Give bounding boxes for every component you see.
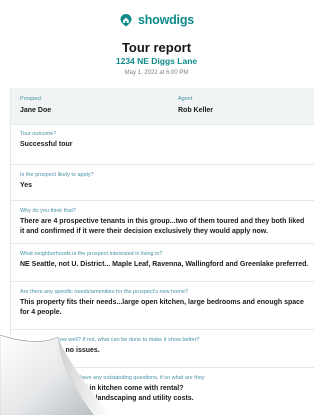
agent-name: Rob Keller <box>178 107 214 114</box>
property-address: 1234 NE Diggs Lane <box>115 56 198 66</box>
answer: Successful tour <box>20 141 73 148</box>
question: Are there any specific needs/amenities f… <box>20 289 188 295</box>
qa-unit-shows-well: Does the unit show well? If not, what ca… <box>11 330 314 368</box>
tour-datetime: May 1, 2022 at 6:00 PM <box>124 70 189 76</box>
qa-outstanding-questions: h have any outstanding questions, if so … <box>11 368 314 415</box>
answer: and in kitchen come with rental? ate of … <box>75 385 194 402</box>
question: What neighborhoods is the prospect inter… <box>20 251 163 257</box>
question: Is the prospect likely to apply? <box>20 172 94 178</box>
brand-header: showdigs <box>0 13 313 27</box>
tour-report-page: showdigs Tour report 1234 NE Diggs Lane … <box>0 0 314 415</box>
question: Does the unit show well? If not, what ca… <box>20 337 200 343</box>
answer: Yes <box>20 182 33 189</box>
qa-likely-to-apply: Is the prospect likely to apply? Yes <box>11 165 314 201</box>
answer: NE Seattle, not U. District... Maple Lea… <box>20 261 309 268</box>
prospect-name: Jane Doe <box>20 107 52 114</box>
report-title: Tour report <box>121 40 192 55</box>
answer: There are 4 prospective tenants in this … <box>20 218 305 235</box>
report-card: Prospect Jane Doe Agent Rob Keller Tour … <box>10 88 314 415</box>
agent-label: Agent <box>178 96 193 102</box>
brand-name: showdigs <box>137 13 195 27</box>
agent-cell: Agent Rob Keller <box>178 96 213 115</box>
qa-tour-outcome: Tour outcome? Successful tour <box>11 124 314 165</box>
prospect-label: Prospect <box>20 96 42 102</box>
answer: This property fits their needs...large o… <box>20 299 304 316</box>
qa-why: Why do you think that? There are 4 prosp… <box>11 201 314 244</box>
prospect-agent-row: Prospect Jane Doe Agent Rob Keller <box>11 88 314 125</box>
question: h have any outstanding questions, if so … <box>75 375 205 381</box>
qa-needs-amenities: Are there any specific needs/amenities f… <box>11 282 314 330</box>
question: Tour outcome? <box>20 131 57 137</box>
qa-neighborhoods: What neighborhoods is the prospect inter… <box>11 244 314 282</box>
question: Why do you think that? <box>20 208 76 214</box>
answer: Shows great, no issues. <box>20 347 100 354</box>
prospect-cell: Prospect Jane Doe <box>20 96 51 115</box>
house-pin-icon <box>120 14 132 27</box>
